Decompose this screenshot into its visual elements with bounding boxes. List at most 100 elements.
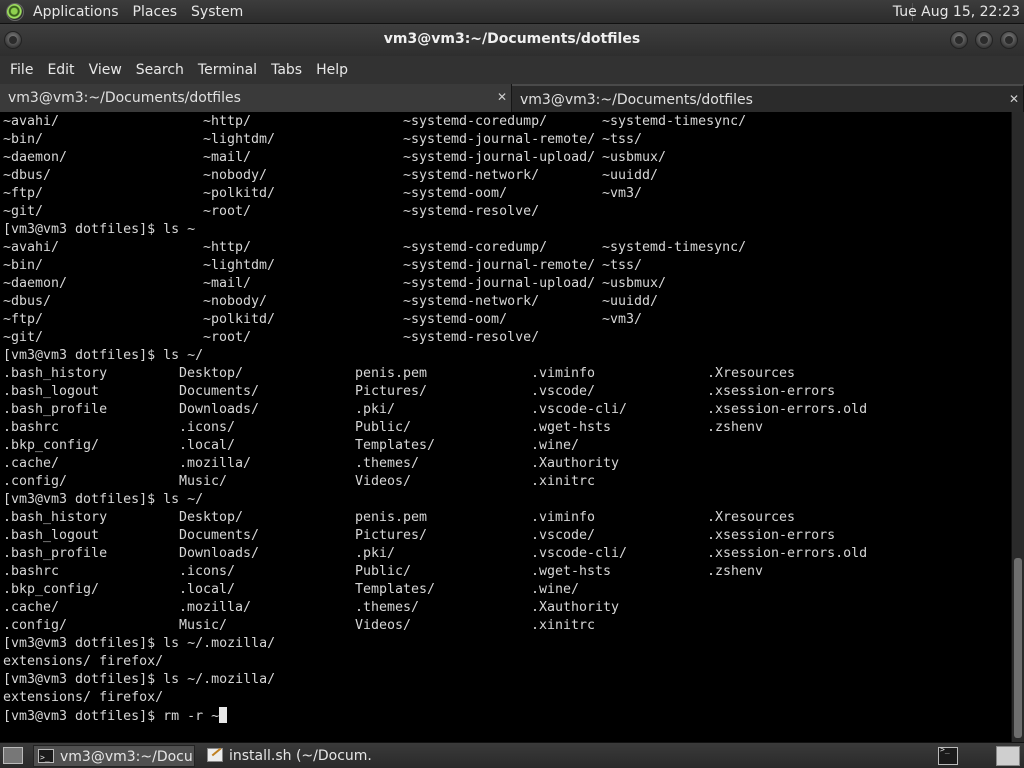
terminal-text: .bashrc (3, 420, 60, 435)
tab-close-icon[interactable]: ✕ (1007, 92, 1021, 106)
tab-2[interactable]: vm3@vm3:~/Documents/dotfiles ✕ (512, 84, 1024, 112)
terminal-text: ~systemd-oom/ (403, 312, 508, 327)
terminal-text: .xinitrc (531, 474, 596, 489)
terminal-text: Downloads/ (179, 402, 260, 417)
terminal-text: .bash_profile (3, 402, 108, 417)
menu-edit[interactable]: Edit (40, 56, 81, 84)
terminal-text: ~tss/ (602, 258, 643, 273)
terminal-line: [vm3@vm3 dotfiles]$ ls ~/ (3, 491, 1011, 509)
terminal-text: Desktop/ (179, 366, 244, 381)
terminal-text: .bkp_config/ (3, 582, 100, 597)
terminal-text: .wget-hsts (531, 564, 612, 579)
terminal-text: .bkp_config/ (3, 438, 100, 453)
terminal-text: .zshenv (707, 564, 764, 579)
terminal-line: .bashrc .icons/Public/ .wget-hsts .zshenv (3, 419, 1011, 437)
terminal-text: ~tss/ (602, 132, 643, 147)
terminal-text: ~http/ (203, 240, 252, 255)
terminal-scrollbar[interactable] (1011, 112, 1024, 742)
terminal-output[interactable]: ~avahi/ ~http/ ~systemd-coredump/ ~systemd-… (0, 112, 1011, 742)
terminal-text: ~uuidd/ (602, 294, 659, 309)
terminal-text: ~nobody/ (203, 168, 268, 183)
terminal-text: ~systemd-journal-upload/ (403, 150, 596, 165)
terminal-text: .pki/ (355, 402, 396, 417)
terminal-text: .local/ (179, 582, 236, 597)
terminal-line: ~avahi/ ~http/ ~systemd-coredump/ ~systemd-… (3, 113, 1011, 131)
terminal-line: ~dbus/ ~nobody/ ~systemd-network/ ~uuidd/ (3, 293, 1011, 311)
applications-menu[interactable]: Applications (26, 0, 126, 24)
menu-search[interactable]: Search (129, 56, 191, 84)
terminal-line: .config/Music/Videos/ .xinitrc (3, 473, 1011, 491)
terminal-line: [vm3@vm3 dotfiles]$ ls ~/.mozilla/ (3, 635, 1011, 653)
terminal-line: [vm3@vm3 dotfiles]$ ls ~/.mozilla/ (3, 671, 1011, 689)
terminal-line: ~git/ ~root/ ~systemd-resolve/ (3, 203, 1011, 221)
terminal-text: Documents/ (179, 528, 260, 543)
current-prompt-line[interactable]: [vm3@vm3 dotfiles]$ rm -r ~ (3, 707, 1011, 725)
terminal-text: Public/ (355, 420, 412, 435)
places-menu[interactable]: Places (126, 0, 185, 24)
text-cursor (219, 707, 228, 723)
terminal-text: ~avahi/ (3, 240, 60, 255)
terminal-text: Templates/ (355, 582, 436, 597)
terminal-text: ~mail/ (203, 150, 252, 165)
window-titlebar[interactable]: vm3@vm3:~/Documents/dotfiles (0, 24, 1024, 56)
close-window-button[interactable] (1000, 31, 1018, 49)
terminal-line: [vm3@vm3 dotfiles]$ ls ~/ (3, 347, 1011, 365)
terminal-text: .icons/ (179, 420, 236, 435)
terminal-text: .config/ (3, 618, 68, 633)
terminal-line: ~bin/ ~lightdm/ ~systemd-journal-remote/ ~t… (3, 131, 1011, 149)
minimize-button[interactable] (950, 31, 968, 49)
terminal-text: .xinitrc (531, 618, 596, 633)
text-editor-icon (207, 748, 223, 762)
terminal-line: ~daemon/ ~mail/ ~systemd-journal-upload/ ~u… (3, 275, 1011, 293)
tray-terminal-icon[interactable] (938, 745, 958, 765)
terminal-text: .viminfo (531, 366, 596, 381)
terminal-text: .icons/ (179, 564, 236, 579)
terminal-text: ~root/ (203, 204, 252, 219)
terminal-text: [vm3@vm3 dotfiles]$ ls ~/.mozilla/ (3, 636, 276, 651)
terminal-text: .xsession-errors.old (707, 546, 868, 561)
taskbar-item-terminal[interactable]: vm3@vm3:~/Docu... (33, 745, 195, 767)
menu-file[interactable]: File (3, 56, 40, 84)
tab-1[interactable]: vm3@vm3:~/Documents/dotfiles ✕ (0, 84, 512, 112)
current-prompt: [vm3@vm3 dotfiles]$ rm -r ~ (3, 709, 220, 724)
terminal-text: ~systemd-oom/ (403, 186, 508, 201)
scrollbar-thumb[interactable] (1014, 558, 1022, 738)
terminal-text: .themes/ (355, 456, 420, 471)
terminal-text: ~daemon/ (3, 276, 68, 291)
terminal-text: .vscode-cli/ (531, 546, 628, 561)
terminal-text: [vm3@vm3 dotfiles]$ ls ~/.mozilla/ (3, 672, 276, 687)
system-menu[interactable]: System (184, 0, 250, 24)
terminal-line: ~git/ ~root/ ~systemd-resolve/ (3, 329, 1011, 347)
workspace-switcher[interactable] (996, 746, 1020, 766)
terminal-line: .cache/ .mozilla/ .themes/ .Xauthority (3, 455, 1011, 473)
tab-close-icon[interactable]: ✕ (495, 90, 509, 104)
terminal-line: ~dbus/ ~nobody/ ~systemd-network/ ~uuidd/ (3, 167, 1011, 185)
menu-help[interactable]: Help (309, 56, 355, 84)
terminal-text: ~git/ (3, 204, 44, 219)
distro-logo-icon[interactable] (6, 2, 24, 21)
taskbar-item-editor[interactable]: install.sh (~/Docum... (203, 745, 373, 767)
tab-label: vm3@vm3:~/Documents/dotfiles (520, 92, 753, 108)
terminal-text: .xsession-errors.old (707, 402, 868, 417)
menu-view[interactable]: View (82, 56, 129, 84)
terminal-line: .bash_profile Downloads/ .pki/ .vscode-cli/… (3, 401, 1011, 419)
terminal-text: [vm3@vm3 dotfiles]$ ls ~/ (3, 492, 204, 507)
taskbar-item-label: vm3@vm3:~/Docu... (60, 749, 195, 765)
menu-tabs[interactable]: Tabs (264, 56, 309, 84)
terminal-text: ~lightdm/ (203, 258, 276, 273)
terminal-text: .bash_logout (3, 528, 100, 543)
terminal-line: .cache/ .mozilla/ .themes/ .Xauthority (3, 599, 1011, 617)
clock[interactable]: Tue Aug 15, 22:23 (893, 0, 1020, 24)
window-title: vm3@vm3:~/Documents/dotfiles (383, 31, 641, 47)
terminal-text: .Xresources (707, 366, 796, 381)
show-desktop-icon[interactable] (3, 747, 23, 764)
terminal-text: ~dbus/ (3, 294, 52, 309)
terminal-line: ~ftp/ ~polkitd/ ~systemd-oom/ ~vm3/ (3, 311, 1011, 329)
maximize-button[interactable] (975, 31, 993, 49)
terminal-text: .bash_history (3, 366, 108, 381)
terminal-text: .bash_logout (3, 384, 100, 399)
menu-terminal[interactable]: Terminal (191, 56, 264, 84)
terminal-text: ~http/ (203, 114, 252, 129)
terminal-text: .cache/ (3, 456, 60, 471)
terminal-text: ~systemd-journal-remote/ (403, 132, 596, 147)
